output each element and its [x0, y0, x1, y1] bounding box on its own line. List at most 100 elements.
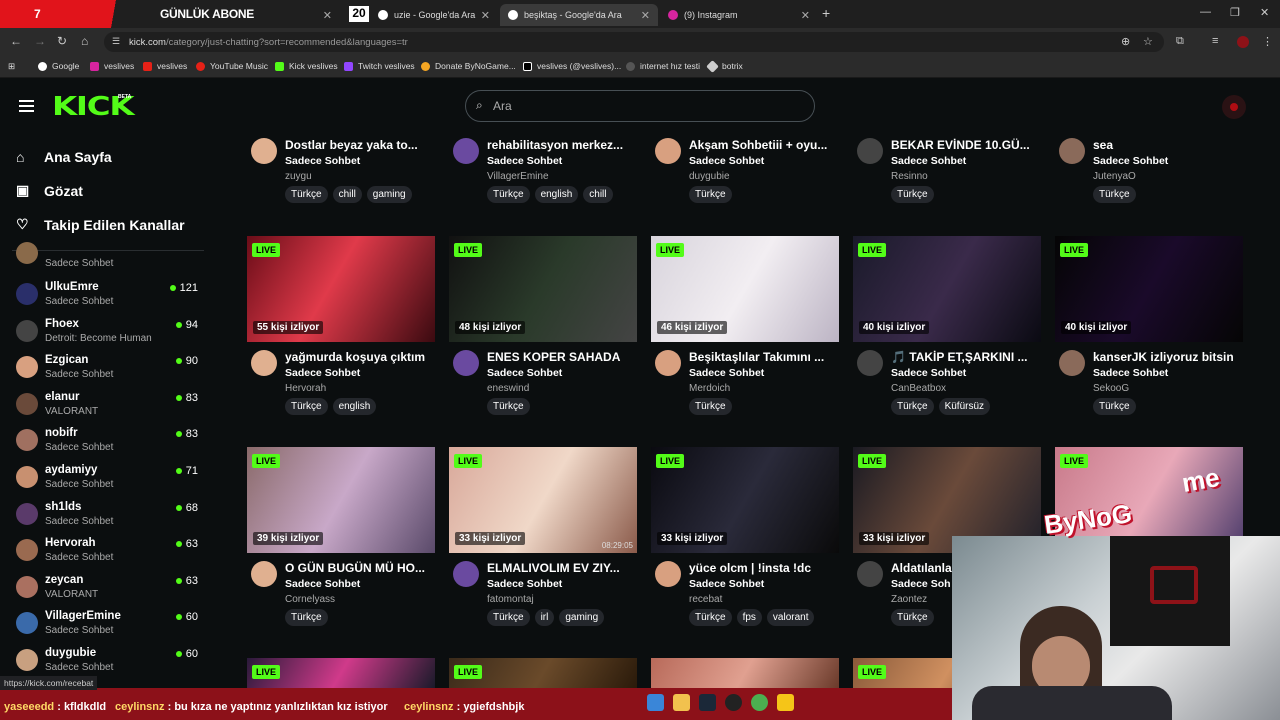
streamer-avatar[interactable] [857, 350, 883, 376]
close-icon[interactable]: ✕ [641, 9, 650, 22]
bookmark-speedtest[interactable]: internet hız testi [626, 61, 700, 71]
streamer-avatar[interactable] [1059, 138, 1085, 164]
streamer-avatar[interactable] [857, 138, 883, 164]
site-info-icon[interactable]: ☰ [112, 36, 120, 47]
streamer-name[interactable]: Cornelyass [285, 594, 335, 605]
new-tab-icon[interactable]: + [822, 5, 830, 21]
streamer-avatar[interactable] [857, 561, 883, 587]
tag-chip[interactable]: chill [332, 186, 362, 203]
tag-chip[interactable]: english [534, 186, 579, 203]
streamer-avatar[interactable] [453, 138, 479, 164]
bookmark-tiktok[interactable]: veslives (@veslives)... [523, 61, 621, 71]
stream-category[interactable]: Sadece Sohbet [689, 367, 764, 379]
tag-chip[interactable]: Türkçe [1093, 398, 1136, 415]
stream-category[interactable]: Sadece Soh [891, 578, 951, 590]
tag-chip[interactable]: irl [534, 609, 555, 626]
extensions-icon[interactable]: ⧉ [1176, 35, 1184, 48]
streamer-avatar[interactable] [655, 561, 681, 587]
stream-title[interactable]: yağmurda koşuya çıktım [285, 350, 435, 364]
sidebar-channel[interactable]: nobifr Sadece Sohbet 83 [16, 425, 202, 461]
home-icon[interactable]: ⌂ [81, 34, 88, 48]
stream-card[interactable]: LIVE 48 kişi izliyor ENES KOPER SAHADA Sade… [449, 236, 637, 422]
stream-card[interactable]: LIVE 46 kişi izliyor Beşiktaşlılar Takımın… [651, 236, 839, 422]
stream-title[interactable]: 🎵 TAKİP ET,ŞARKINI ... [891, 350, 1041, 364]
tag-chip[interactable]: Türkçe [689, 609, 732, 626]
streamer-avatar[interactable] [453, 561, 479, 587]
user-avatar[interactable] [1222, 95, 1246, 119]
stream-category[interactable]: Sadece Sohbet [285, 578, 360, 590]
stream-card[interactable]: LIVE 33 kişi izliyor yüce olcm | !insta !d… [651, 447, 839, 633]
bookmark-instagram[interactable]: veslives [90, 61, 134, 71]
streamer-name[interactable]: Merdoich [689, 383, 730, 394]
streamer-avatar[interactable] [655, 138, 681, 164]
streamer-name[interactable]: Resinno [891, 171, 928, 182]
stream-title[interactable]: kanserJK izliyoruz bitsin [1093, 350, 1243, 364]
tag-chip[interactable]: Türkçe [487, 186, 530, 203]
obs-icon[interactable] [725, 694, 742, 711]
bookmark-botrix[interactable]: botrix [706, 59, 743, 73]
app-icon[interactable] [777, 694, 794, 711]
apps-icon[interactable]: ⊞ [8, 61, 15, 72]
stream-thumbnail[interactable]: LIVE 33 kişi izliyor [651, 447, 839, 553]
bookmark-google[interactable]: Google [38, 61, 79, 71]
sidebar-channel[interactable]: Ezgican Sadece Sohbet 90 [16, 352, 202, 388]
stream-title[interactable]: Beşiktaşlılar Takımını ... [689, 350, 839, 364]
stream-thumbnail[interactable]: LIVE 46 kişi izliyor [651, 236, 839, 342]
stream-card[interactable]: BEKAR EVİNDE 10.GÜ... Sadece Sohbet Resinn… [853, 130, 1041, 210]
streamer-avatar[interactable] [251, 561, 277, 587]
zoom-icon[interactable]: ⊕ [1121, 35, 1130, 48]
tag-chip[interactable]: Türkçe [285, 186, 328, 203]
streamer-avatar[interactable] [251, 350, 277, 376]
streamer-name[interactable]: recebat [689, 594, 722, 605]
stream-card[interactable]: LIVE 39 kişi izliyor O GÜN BUGÜN MÜ HO... S… [247, 447, 435, 633]
tab-google-search-2[interactable]: beşiktaş - Google'da Ara ✕ [500, 4, 658, 26]
maximize-icon[interactable]: ❐ [1230, 6, 1240, 19]
close-window-icon[interactable]: ✕ [1260, 6, 1269, 19]
tag-chip[interactable]: Türkçe [891, 398, 934, 415]
tag-chip[interactable]: Türkçe [285, 609, 328, 626]
chrome-icon[interactable] [751, 694, 768, 711]
streamer-name[interactable]: VillagerEmine [487, 171, 549, 182]
stream-category[interactable]: Sadece Sohbet [891, 367, 966, 379]
tag-chip[interactable]: chill [583, 186, 613, 203]
tag-chip[interactable]: Türkçe [689, 398, 732, 415]
sidebar-channel[interactable]: elanur VALORANT 83 [16, 389, 202, 425]
menu-icon[interactable]: ⋮ [1262, 35, 1273, 48]
stream-title[interactable]: ELMALIVOLIM EV ZIY... [487, 561, 637, 575]
stream-title[interactable]: sea [1093, 138, 1243, 152]
streamer-name[interactable]: SekooG [1093, 383, 1129, 394]
sidebar-channel[interactable]: VillagerEmine Sadece Sohbet 60 [16, 608, 202, 644]
tab-instagram[interactable]: (9) Instagram ✕ [660, 4, 818, 26]
stream-card[interactable]: LIVE 40 kişi izliyor kanserJK izliyoruz bi… [1055, 236, 1243, 422]
streamer-avatar[interactable] [251, 138, 277, 164]
stream-category[interactable]: Sadece Sohbet [1093, 367, 1168, 379]
bookmark-youtube-veslives[interactable]: veslives [143, 61, 187, 71]
tag-chip[interactable]: Küfürsüz [938, 398, 991, 415]
sidebar-channel[interactable]: Hervorah Sadece Sohbet 63 [16, 535, 202, 571]
stream-title[interactable]: BEKAR EVİNDE 10.GÜ... [891, 138, 1041, 152]
stream-category[interactable]: Sadece Sohbet [689, 155, 764, 167]
stream-title[interactable]: O GÜN BUGÜN MÜ HO... [285, 561, 435, 575]
tag-chip[interactable]: Türkçe [487, 609, 530, 626]
stream-category[interactable]: Sadece Sohbet [285, 367, 360, 379]
stream-category[interactable]: Sadece Sohbet [1093, 155, 1168, 167]
hamburger-menu-icon[interactable] [19, 100, 34, 112]
bookmark-donate[interactable]: Donate ByNoGame... [421, 61, 516, 71]
forward-icon[interactable]: → [34, 34, 46, 48]
search-input[interactable] [465, 90, 815, 122]
bookmark-youtube-music[interactable]: YouTube Music [196, 61, 268, 71]
close-icon[interactable]: ✕ [323, 9, 332, 22]
stream-thumbnail[interactable]: LIVE 40 kişi izliyor [1055, 236, 1243, 342]
stream-card[interactable]: LIVE 55 kişi izliyor yağmurda koşuya çıktı… [247, 236, 435, 422]
stream-title[interactable]: rehabilitasyon merkez... [487, 138, 637, 152]
stream-thumbnail[interactable]: LIVE [247, 658, 435, 688]
tag-chip[interactable]: Türkçe [689, 186, 732, 203]
stream-card[interactable] [651, 658, 839, 688]
stream-category[interactable]: Sadece Sohbet [285, 155, 360, 167]
media-icon[interactable]: ≡ [1212, 35, 1218, 47]
stream-category[interactable]: Sadece Sohbet [689, 578, 764, 590]
back-icon[interactable]: ← [10, 34, 22, 48]
stream-title[interactable]: Dostlar beyaz yaka to... [285, 138, 435, 152]
tag-chip[interactable]: english [332, 398, 377, 415]
star-icon[interactable]: ☆ [1143, 35, 1153, 48]
